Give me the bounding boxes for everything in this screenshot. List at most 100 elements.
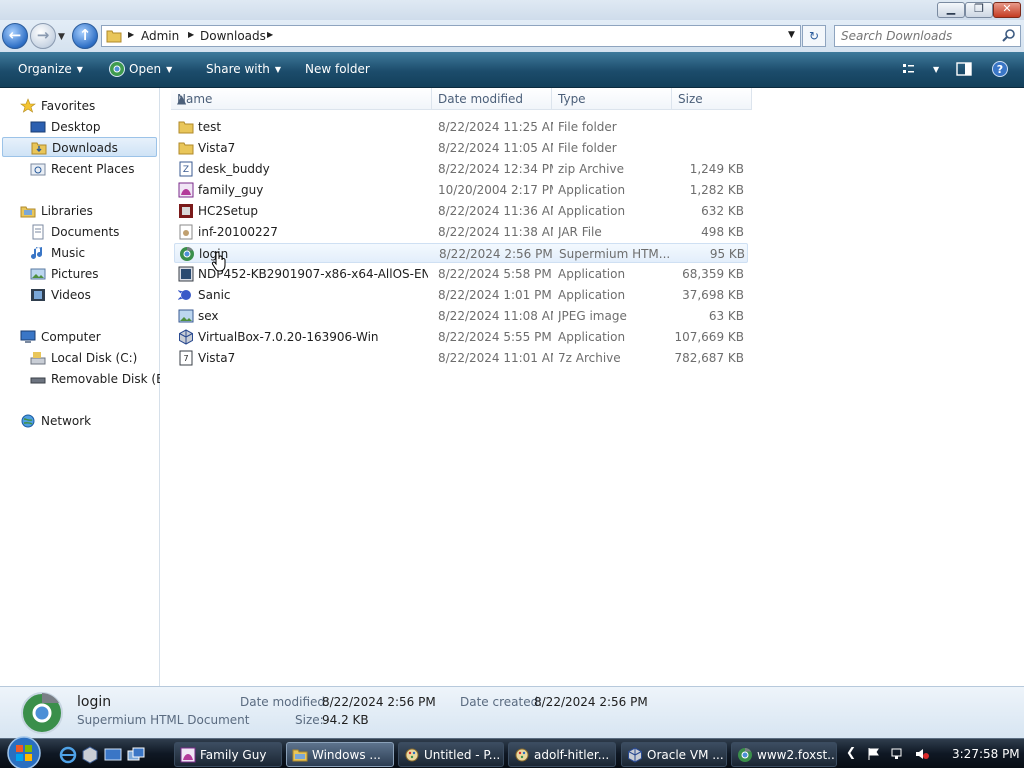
minimize-icon: ▁ [946,2,956,15]
system-clock[interactable]: 3:27:58 PM [952,747,1020,761]
nav-item-recent-places[interactable]: Recent Places [0,159,158,179]
file-row[interactable]: family_guy 10/20/2004 2:17 PM Application 1… [174,180,748,200]
jar-file-icon [179,224,193,240]
file-name: VirtualBox-7.0.20-163906-Win [198,330,379,344]
file-date-modified: 8/22/2024 11:25 AM [438,120,553,134]
nav-item-label: Desktop [51,120,101,134]
start-orb-icon[interactable] [4,735,44,768]
nav-item-removable-disk[interactable]: Removable Disk (E:) [0,369,172,389]
maximize-button[interactable]: ❐ [965,2,993,18]
chevron-down-icon: ▼ [274,65,282,74]
file-size: 63 KB [708,309,744,323]
file-size: 95 KB [709,247,745,261]
up-button[interactable]: ↑ [72,23,98,49]
taskbar-button[interactable]: Oracle VM ... [621,742,727,767]
file-row[interactable]: sex 8/22/2024 11:08 AM JPEG image 63 KB [174,306,748,326]
taskbar-button-label: Untitled - P... [424,748,501,762]
file-date-modified: 8/22/2024 11:05 AM [438,141,553,155]
size-value: 94.2 KB [322,713,369,727]
organize-button[interactable]: Organize ▼ [18,62,83,76]
7z-archive-icon: 7 [179,350,193,366]
breadcrumb-separator-icon[interactable]: ▶ [267,30,273,39]
switch-windows-icon[interactable] [127,746,145,764]
help-icon[interactable]: ? [991,60,1009,78]
column-header-label: Size [678,92,703,106]
column-header-size[interactable]: Size [672,88,752,110]
close-icon: ✕ [1002,2,1012,15]
views-dropdown[interactable]: ▼ [928,62,939,76]
file-row[interactable]: inf-20100227 8/22/2024 11:38 AM JAR File 49… [174,222,748,242]
nav-item-videos[interactable]: Videos [0,285,158,305]
address-bar[interactable]: ▶ Admin ▶ Downloads ▶ ▼ [101,25,801,47]
file-size: 1,282 KB [689,183,744,197]
search-box[interactable] [834,25,1021,47]
file-row[interactable]: HC2Setup 8/22/2024 11:36 AM Application 632… [174,201,748,221]
forward-button[interactable]: → [30,23,56,49]
file-name: inf-20100227 [198,225,278,239]
network-tray-icon[interactable] [891,747,905,761]
file-date-modified: 8/22/2024 12:34 PM [438,162,553,176]
nav-favorites[interactable]: Favorites [0,96,158,116]
file-row[interactable]: VirtualBox-7.0.20-163906-Win 8/22/2024 5:… [174,327,748,347]
breadcrumb-downloads[interactable]: Downloads [200,29,266,43]
back-button[interactable]: ← [2,23,28,49]
file-row[interactable]: Zdesk_buddy 8/22/2024 12:34 PM zip Archive… [174,159,748,179]
view-options-icon[interactable] [900,60,918,78]
nav-item-music[interactable]: Music [0,243,158,263]
column-header-date-modified[interactable]: Date modified [432,88,552,110]
nav-item-label: Videos [51,288,91,302]
file-type: File folder [558,141,617,155]
back-arrow-icon: ← [8,26,22,44]
breadcrumb-admin[interactable]: Admin [141,29,179,43]
tray-expand-icon[interactable]: ❮ [846,745,860,759]
breadcrumb-separator-icon[interactable]: ▶ [188,30,194,39]
search-input[interactable] [841,29,1001,43]
share-with-button[interactable]: Share with ▼ [206,62,281,76]
file-row[interactable]: Vista7 8/22/2024 11:05 AM File folder [174,138,748,158]
nav-computer[interactable]: Computer [0,327,158,347]
file-row[interactable]: NDP452-KB2901907-x86-x64-AllOS-ENU 8/22/2… [174,264,748,284]
nav-network[interactable]: Network [0,411,158,431]
minimize-button[interactable]: ▁ [937,2,965,18]
taskbar-button-label: adolf-hitler... [534,748,610,762]
close-button[interactable]: ✕ [993,2,1021,18]
internet-explorer-icon[interactable] [59,746,77,764]
file-row[interactable]: Sanic 8/22/2024 1:01 PM Application 37,698 … [174,285,748,305]
taskbar-button[interactable]: Family Guy [174,742,282,767]
nav-item-documents[interactable]: Documents [0,222,158,242]
file-date-modified: 8/22/2024 5:58 PM [438,267,552,281]
selected-file-name: login [77,694,112,710]
breadcrumb-separator-icon[interactable]: ▶ [128,30,134,39]
taskbar: Family Guy Windows ... Untitled - P... adol… [0,735,1024,768]
supermium-html-icon [180,247,194,261]
nav-item-desktop[interactable]: Desktop [0,117,158,137]
nav-item-downloads[interactable]: Downloads [2,137,157,157]
preview-pane-icon[interactable] [955,60,973,78]
nav-item-pictures[interactable]: Pictures [0,264,158,284]
volume-muted-icon[interactable] [915,747,929,761]
address-history-dropdown[interactable]: ▼ [788,30,795,40]
column-header-type[interactable]: Type [552,88,672,110]
supermium-html-icon [738,748,752,762]
show-desktop-icon[interactable] [104,746,122,764]
recent-pages-dropdown[interactable]: ▼ [58,32,65,42]
taskbar-button[interactable]: adolf-hitler... [508,742,616,767]
column-header-name[interactable]: Name ▲ [171,88,432,110]
open-button[interactable]: Open ▼ [129,62,172,76]
new-folder-button[interactable]: New folder [305,62,370,76]
taskbar-button[interactable]: Untitled - P... [398,742,504,767]
folder-icon [178,121,194,134]
nav-item-local-disk[interactable]: Local Disk (C:) [0,348,158,368]
file-row[interactable]: 7 Vista7 8/22/2024 11:01 AM 7z Archive 782,6… [174,348,748,368]
virtualbox-cube-icon[interactable] [81,746,99,764]
nav-libraries[interactable]: Libraries [0,201,158,221]
refresh-button[interactable]: ↻ [802,25,826,47]
file-row[interactable]: test 8/22/2024 11:25 AM File folder [174,117,748,137]
up-arrow-icon: ↑ [78,26,92,44]
action-center-flag-icon[interactable] [867,747,881,761]
file-row[interactable]: login 8/22/2024 2:56 PM Supermium HTM... 95… [174,243,748,263]
taskbar-button[interactable]: www2.foxst... [731,742,837,767]
svg-text:7: 7 [183,354,188,363]
taskbar-button[interactable]: Windows ... [286,742,394,767]
search-icon[interactable] [1001,28,1017,44]
